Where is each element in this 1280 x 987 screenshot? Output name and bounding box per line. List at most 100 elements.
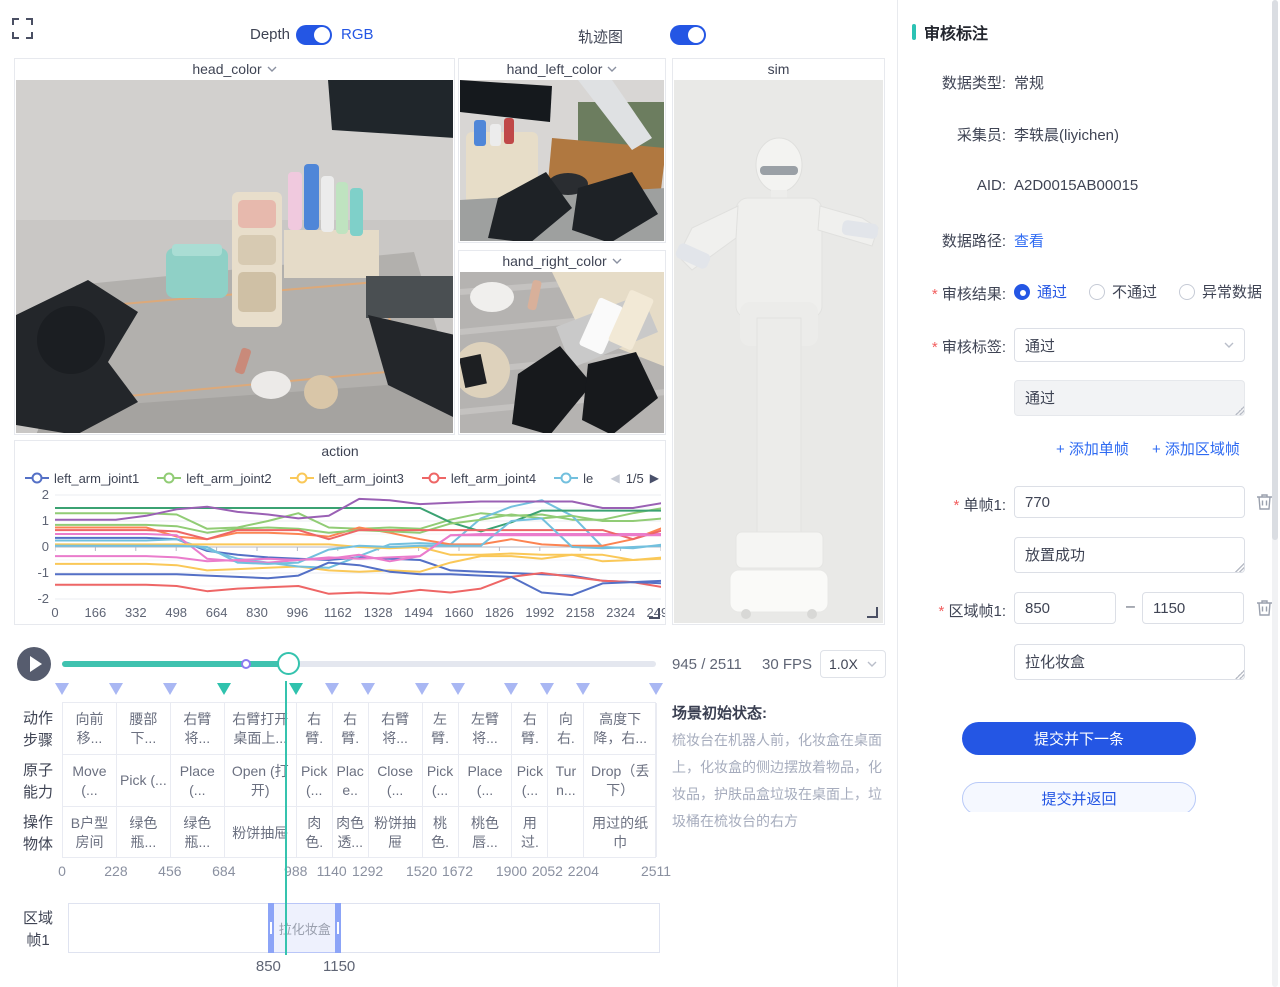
depth-rgb-toggle[interactable] (296, 25, 332, 45)
region-end-input[interactable] (1142, 592, 1244, 624)
add-region-frame-link[interactable]: + 添加区域帧 (1152, 438, 1240, 459)
timeline-tick-label: 2204 (568, 863, 599, 879)
legend-next-icon[interactable]: ▶ (650, 471, 659, 485)
playhead-line[interactable] (285, 681, 287, 955)
single-frame-note[interactable]: 放置成功 (1014, 537, 1245, 573)
hand-left-camera-panel: hand_left_color (458, 58, 666, 243)
hand-left-camera-header[interactable]: hand_left_color (459, 59, 665, 79)
add-single-frame-link[interactable]: + 添加单帧 (1056, 438, 1129, 459)
step-marker[interactable] (504, 683, 518, 695)
radio-abnormal[interactable]: 异常数据 (1179, 281, 1262, 302)
x-tick-label: 166 (85, 605, 107, 620)
delete-region-frame-icon[interactable] (1256, 599, 1273, 617)
legend-prev-icon[interactable]: ◀ (610, 471, 619, 485)
table-cell-ability: Place.. (333, 755, 368, 807)
step-marker[interactable] (109, 683, 123, 695)
single-frame-input[interactable] (1014, 486, 1245, 518)
data-path-link[interactable]: 查看 (1014, 230, 1044, 251)
radio-fail[interactable]: 不通过 (1089, 281, 1157, 302)
head-camera-header[interactable]: head_color (15, 59, 454, 79)
x-tick-label: 1826 (485, 605, 514, 620)
scene-state-block: 场景初始状态: 梳妆台在机器人前，化妆盒在桌面上，化妆盒的侧边摆放着物品，化妆品… (672, 700, 890, 835)
region-start-label: 850 (256, 958, 281, 975)
table-cell-step: 右臂. (333, 703, 368, 755)
table-column: 腰部下...Pick (...绿色瓶... (117, 703, 171, 857)
timeline-tick-label: 2052 (532, 863, 563, 879)
legend-item-left_arm_joint2[interactable]: left_arm_joint2 (157, 471, 271, 486)
heading-accent-bar (912, 24, 916, 40)
table-cell-ability: Pick (... (512, 755, 547, 807)
head-camera-image (16, 80, 453, 433)
delete-single-frame-icon[interactable] (1256, 493, 1273, 511)
head-camera-panel: head_color (14, 58, 455, 435)
step-marker[interactable] (55, 683, 69, 695)
legend-label: left_arm_joint3 (319, 471, 404, 486)
progress-slider[interactable] (62, 661, 656, 667)
panel-scrollbar-thumb[interactable] (1272, 0, 1278, 540)
legend-item-left_arm_joint3[interactable]: left_arm_joint3 (290, 471, 404, 486)
review-comment-textarea[interactable]: 通过 (1014, 380, 1245, 416)
x-tick-label: 2324 (606, 605, 635, 620)
progress-handle[interactable] (277, 652, 300, 675)
submit-back-button[interactable]: 提交并返回 (962, 782, 1196, 812)
table-cell-step: 右臂将... (171, 703, 224, 755)
single-frame-label: 单帧1: (898, 494, 1006, 515)
data-path-label: 数据路径: (898, 230, 1006, 251)
segment-left-handle[interactable] (268, 903, 274, 953)
hand-right-camera-header[interactable]: hand_right_color (459, 251, 665, 271)
resize-handle[interactable] (649, 608, 660, 619)
step-marker[interactable] (163, 683, 177, 695)
x-tick-label: 664 (206, 605, 228, 620)
review-tag-select[interactable]: 通过 (1014, 328, 1245, 362)
step-marker[interactable] (649, 683, 663, 695)
resize-handle[interactable] (867, 607, 878, 618)
table-column: 左臂将...Place (...桃色唇... (459, 703, 513, 857)
region-track-label: 区域帧1 (18, 908, 58, 952)
table-cell-object: 用过的纸巾 (584, 807, 656, 859)
region-start-input[interactable] (1014, 592, 1116, 624)
legend-item-left_arm_joint4[interactable]: left_arm_joint4 (422, 471, 536, 486)
step-marker[interactable] (451, 683, 465, 695)
legend-line-icon (422, 472, 446, 484)
segment-right-handle[interactable] (335, 903, 341, 953)
hand-left-camera-title: hand_left_color (507, 61, 603, 77)
legend-item-le[interactable]: le (554, 471, 593, 486)
play-button[interactable] (17, 647, 51, 681)
table-column: 向右.Turn... (548, 703, 584, 857)
trajectory-toggle[interactable] (670, 25, 706, 45)
range-dash: – (1126, 598, 1135, 616)
timeline-tick-label: 228 (104, 863, 127, 879)
table-column: 右臂.Pick (...肉色. (297, 703, 333, 857)
table-column: 高度下降，右...Drop（丢下）用过的纸巾 (584, 703, 657, 857)
radio-pass[interactable]: 通过 (1014, 281, 1067, 302)
region-track-bar[interactable]: 拉化妆盒 (68, 903, 660, 953)
table-cell-step: 向前移... (63, 703, 116, 755)
sim-panel: sim (672, 58, 885, 625)
table-cell-step: 高度下降，右... (584, 703, 656, 755)
step-marker[interactable] (540, 683, 554, 695)
radio-dot (1089, 284, 1105, 300)
step-marker[interactable] (325, 683, 339, 695)
step-marker[interactable] (576, 683, 590, 695)
sim-viewport[interactable] (674, 80, 883, 623)
legend-label: left_arm_joint1 (54, 471, 139, 486)
legend-item-left_arm_joint1[interactable]: left_arm_joint1 (25, 471, 139, 486)
step-marker[interactable] (415, 683, 429, 695)
speed-select[interactable]: 1.0X (820, 650, 886, 678)
step-marker[interactable] (289, 683, 303, 695)
submit-next-button[interactable]: 提交并下一条 (962, 722, 1196, 755)
collector-label: 采集员: (898, 124, 1006, 145)
fps-label: 30 FPS (762, 656, 812, 673)
x-tick-label: 1494 (404, 605, 433, 620)
step-marker[interactable] (361, 683, 375, 695)
table-cell-ability: Pick (... (423, 755, 458, 807)
step-marker[interactable] (217, 683, 231, 695)
region-frame-note[interactable]: 拉化妆盒 (1014, 644, 1245, 680)
legend-label: left_arm_joint2 (186, 471, 271, 486)
chevron-down-icon (867, 661, 877, 667)
data-type-value: 常规 (1014, 72, 1044, 93)
fullscreen-icon[interactable] (12, 18, 33, 39)
region-segment[interactable]: 拉化妆盒 (269, 903, 340, 953)
collector-value: 李轶晨(liyichen) (1014, 124, 1119, 145)
timeline-tick-label: 456 (158, 863, 181, 879)
